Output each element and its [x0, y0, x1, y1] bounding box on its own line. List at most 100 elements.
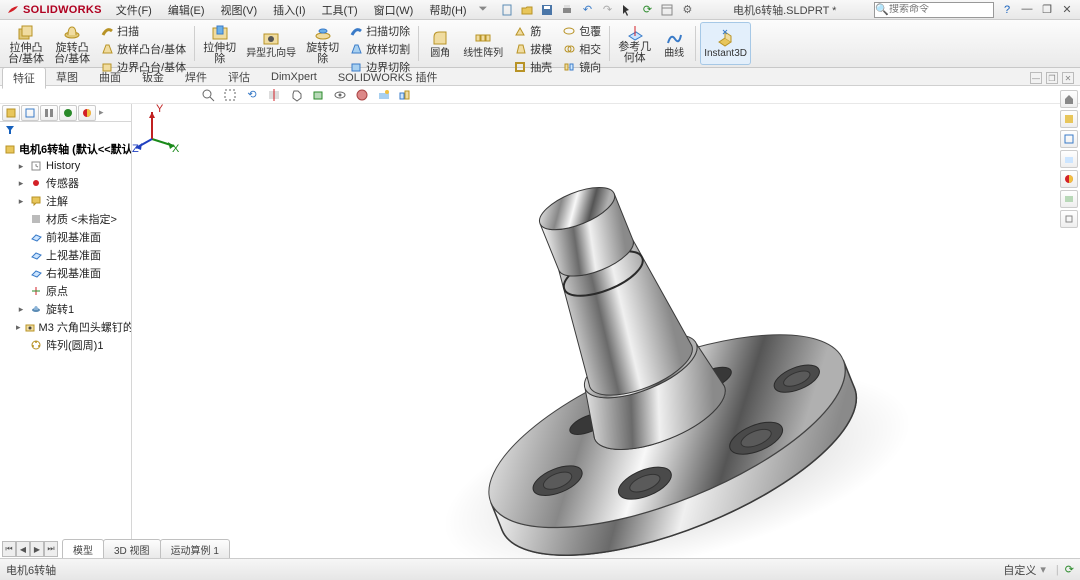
tree-item-history[interactable]: ▸History — [2, 158, 129, 174]
menu-edit[interactable]: 编辑(E) — [160, 0, 213, 19]
status-units[interactable]: 自定义 — [1003, 562, 1036, 578]
tree-item-hole[interactable]: ▸M3 六角凹头螺钉的柱形沉 — [2, 318, 129, 336]
taskpane-custom-icon[interactable] — [1060, 210, 1078, 228]
fm-tab-dimxpert[interactable] — [59, 105, 77, 121]
wrap-button[interactable]: 包覆 — [558, 22, 605, 40]
draft-button[interactable]: 拔模 — [509, 40, 556, 58]
view-orientation-icon[interactable] — [288, 87, 304, 103]
tree-item-material[interactable]: 材质 <未指定> — [2, 210, 129, 228]
tree-item-sensor[interactable]: ▸传感器 — [2, 174, 129, 192]
prev-view-icon[interactable]: ⟲ — [244, 87, 260, 103]
taskpane-view-palette-icon[interactable] — [1060, 170, 1078, 188]
expand-icon[interactable]: ▸ — [16, 178, 26, 189]
menu-view[interactable]: 视图(V) — [213, 0, 266, 19]
tree-item-revolve[interactable]: ▸旋转1 — [2, 300, 129, 318]
minimize-icon[interactable]: — — [1020, 3, 1034, 16]
options-icon[interactable] — [659, 2, 675, 18]
display-style-icon[interactable] — [310, 87, 326, 103]
view-triad[interactable]: Y Z X — [132, 104, 182, 154]
taskpane-home-icon[interactable] — [1060, 90, 1078, 108]
search-command-box[interactable]: 🔍 — [874, 2, 994, 18]
tab-addins[interactable]: SOLIDWORKS 插件 — [328, 67, 449, 87]
zoom-area-icon[interactable] — [222, 87, 238, 103]
menu-window[interactable]: 窗口(W) — [366, 0, 422, 19]
rib-button[interactable]: 筋 — [509, 22, 556, 40]
loft-cut-button[interactable]: 放样切割 — [345, 40, 414, 58]
print-icon[interactable] — [559, 2, 575, 18]
fillet-button[interactable]: 圆角 — [423, 22, 457, 65]
tab-3dview[interactable]: 3D 视图 — [103, 539, 161, 559]
status-rebuild-icon[interactable]: ⟳ — [1065, 563, 1074, 576]
tab-model[interactable]: 模型 — [62, 539, 104, 559]
sweep-cut-button[interactable]: 扫描切除 — [345, 22, 414, 40]
expand-icon[interactable]: ▸ — [16, 304, 26, 315]
apply-scene-icon[interactable] — [376, 87, 392, 103]
tree-item-annot[interactable]: ▸注解 — [2, 192, 129, 210]
tab-weldments[interactable]: 焊件 — [175, 67, 218, 87]
tab-scroll-prev-icon[interactable]: ◀ — [16, 541, 30, 557]
tree-item-cirpat[interactable]: 阵列(圆周)1 — [2, 336, 129, 354]
fm-filter-row[interactable] — [0, 122, 131, 138]
doc-maximize-icon[interactable]: ❐ — [1046, 72, 1058, 84]
intersect-button[interactable]: 相交 — [558, 40, 605, 58]
redo-icon[interactable]: ↷ — [599, 2, 615, 18]
sweep-button[interactable]: 扫描 — [96, 22, 190, 40]
rebuild-icon[interactable]: ⟳ — [639, 2, 655, 18]
taskpane-library-icon[interactable] — [1060, 130, 1078, 148]
tab-surfaces[interactable]: 曲面 — [89, 67, 132, 87]
menu-insert[interactable]: 插入(I) — [265, 0, 313, 19]
tree-item-plane[interactable]: 前视基准面 — [2, 228, 129, 246]
status-dropdown-icon[interactable]: ▾ — [1040, 563, 1046, 576]
instant3d-button[interactable]: Instant3D — [700, 22, 751, 65]
open-doc-icon[interactable] — [519, 2, 535, 18]
menu-dropdown-icon[interactable]: ⏷ — [479, 3, 488, 16]
loft-button[interactable]: 放样凸台/基体 — [96, 40, 190, 58]
fm-tab-config[interactable] — [40, 105, 58, 121]
doc-minimize-icon[interactable]: — — [1030, 72, 1042, 84]
fm-tab-tree[interactable] — [2, 105, 20, 121]
fm-tab-property[interactable] — [21, 105, 39, 121]
tab-scroll-first-icon[interactable]: ⏮ — [2, 541, 16, 557]
revolve-cut-button[interactable]: 旋转切除 — [302, 22, 343, 65]
tab-evaluate[interactable]: 评估 — [218, 67, 261, 87]
doc-close-icon[interactable]: ✕ — [1062, 72, 1074, 84]
expand-icon[interactable]: ▸ — [16, 322, 21, 333]
maximize-icon[interactable]: ❐ — [1040, 3, 1054, 16]
hide-show-icon[interactable] — [332, 87, 348, 103]
taskpane-explorer-icon[interactable] — [1060, 150, 1078, 168]
expand-icon[interactable]: ▸ — [16, 196, 26, 207]
ref-geometry-button[interactable]: 参考几何体 — [614, 22, 655, 65]
menu-file[interactable]: 文件(F) — [108, 0, 160, 19]
extrude-cut-button[interactable]: 拉伸切除 — [199, 22, 240, 65]
mirror-button[interactable]: 镜向 — [558, 58, 605, 76]
tab-scroll-last-icon[interactable]: ⏭ — [44, 541, 58, 557]
search-input[interactable] — [889, 4, 979, 15]
shell-button[interactable]: 抽壳 — [509, 58, 556, 76]
curves-button[interactable]: 曲线 — [657, 22, 691, 65]
extrude-boss-button[interactable]: 拉伸凸台/基体 — [4, 22, 48, 65]
tree-item-origin[interactable]: 原点 — [2, 282, 129, 300]
tree-item-plane[interactable]: 右视基准面 — [2, 264, 129, 282]
revolve-boss-button[interactable]: 旋转凸台/基体 — [50, 22, 94, 65]
tab-dimxpert[interactable]: DimXpert — [261, 69, 328, 85]
close-icon[interactable]: ✕ — [1060, 3, 1074, 16]
menu-tools[interactable]: 工具(T) — [314, 0, 366, 19]
save-icon[interactable] — [539, 2, 555, 18]
zoom-fit-icon[interactable] — [200, 87, 216, 103]
linear-pattern-button[interactable]: 线性阵列 — [459, 22, 507, 65]
graphics-viewport[interactable]: Y Z X — [132, 104, 1080, 558]
help-icon[interactable]: ? — [1000, 4, 1014, 16]
tab-sheetmetal[interactable]: 钣金 — [132, 67, 175, 87]
section-view-icon[interactable] — [266, 87, 282, 103]
edit-appearance-icon[interactable] — [354, 87, 370, 103]
taskpane-appearances-icon[interactable] — [1060, 190, 1078, 208]
tab-features[interactable]: 特征 — [2, 67, 46, 89]
settings-icon[interactable]: ⚙ — [679, 2, 695, 18]
expand-icon[interactable]: ▸ — [16, 161, 26, 172]
view-settings-icon[interactable] — [398, 87, 414, 103]
tab-motion-study[interactable]: 运动算例 1 — [160, 539, 230, 559]
fm-tab-display[interactable] — [78, 105, 96, 121]
tab-scroll-next-icon[interactable]: ▶ — [30, 541, 44, 557]
tree-root[interactable]: 电机6转轴 (默认<<默认>_显 — [2, 140, 129, 158]
new-doc-icon[interactable] — [499, 2, 515, 18]
